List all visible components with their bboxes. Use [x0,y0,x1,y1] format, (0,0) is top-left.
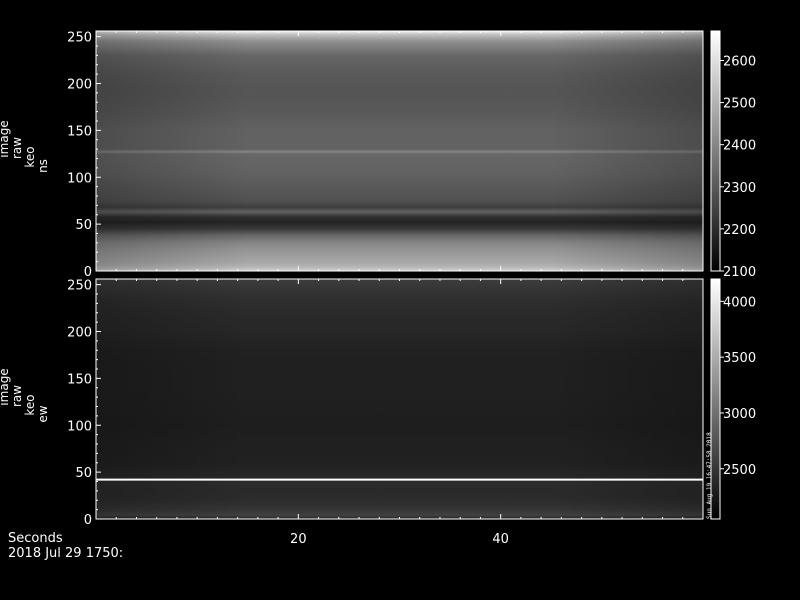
colorbar-tick-label: 2200 [723,223,756,238]
colorbar [711,31,720,271]
colorbar-tick-label: 2300 [723,181,756,196]
y-axis-label-line: ns [36,159,50,173]
colorbar-tick-label: 3000 [723,407,756,422]
y-tick-label: 100 [67,171,92,186]
keogram-ew-panel: 05010015020025020 40image raw keo ew25003000… [0,278,756,547]
bright-row [96,478,703,481]
y-axis-label-line: raw [10,385,24,407]
colorbar-tick-label: 2100 [723,265,756,280]
colorbar-tick-label: 4000 [723,295,756,310]
timestamp-stamp: Sun Aug 19 16:47:58 2018 [706,432,713,519]
y-tick-label: 0 [84,513,92,528]
keogram-shading [96,279,703,519]
colorbar-tick-label: 2500 [723,463,756,478]
colorbar-tick-label: 3500 [723,351,756,366]
keogram-ns-panel: 050100150200250image raw keo ns210022002300… [0,30,756,280]
x-tick-label: 40 [492,532,509,547]
keogram-shading [96,31,703,271]
y-tick-label: 100 [67,419,92,434]
keogram-figure: 050100150200250image raw keo ns210022002300… [0,0,800,600]
y-tick-label: 50 [75,466,92,481]
y-tick-label: 200 [67,326,92,341]
y-tick-label: 50 [75,218,92,233]
y-axis-label-line: ew [36,405,50,422]
y-tick-label: 200 [67,78,92,93]
y-tick-label: 150 [67,372,92,387]
y-axis-label-line: keo [23,146,37,167]
colorbar-tick-label: 2600 [723,54,756,69]
y-axis-label-line: raw [10,137,24,159]
colorbar-tick-label: 2400 [723,139,756,154]
x-axis-label: Seconds [8,531,63,546]
y-tick-label: 250 [67,279,92,294]
y-tick-label: 250 [67,31,92,46]
y-tick-label: 150 [67,124,92,139]
y-axis-label-line: keo [23,394,37,415]
colorbar-tick-label: 2500 [723,97,756,112]
x-tick-label: 20 [290,532,307,547]
date-label: 2018 Jul 29 1750: [8,546,124,561]
